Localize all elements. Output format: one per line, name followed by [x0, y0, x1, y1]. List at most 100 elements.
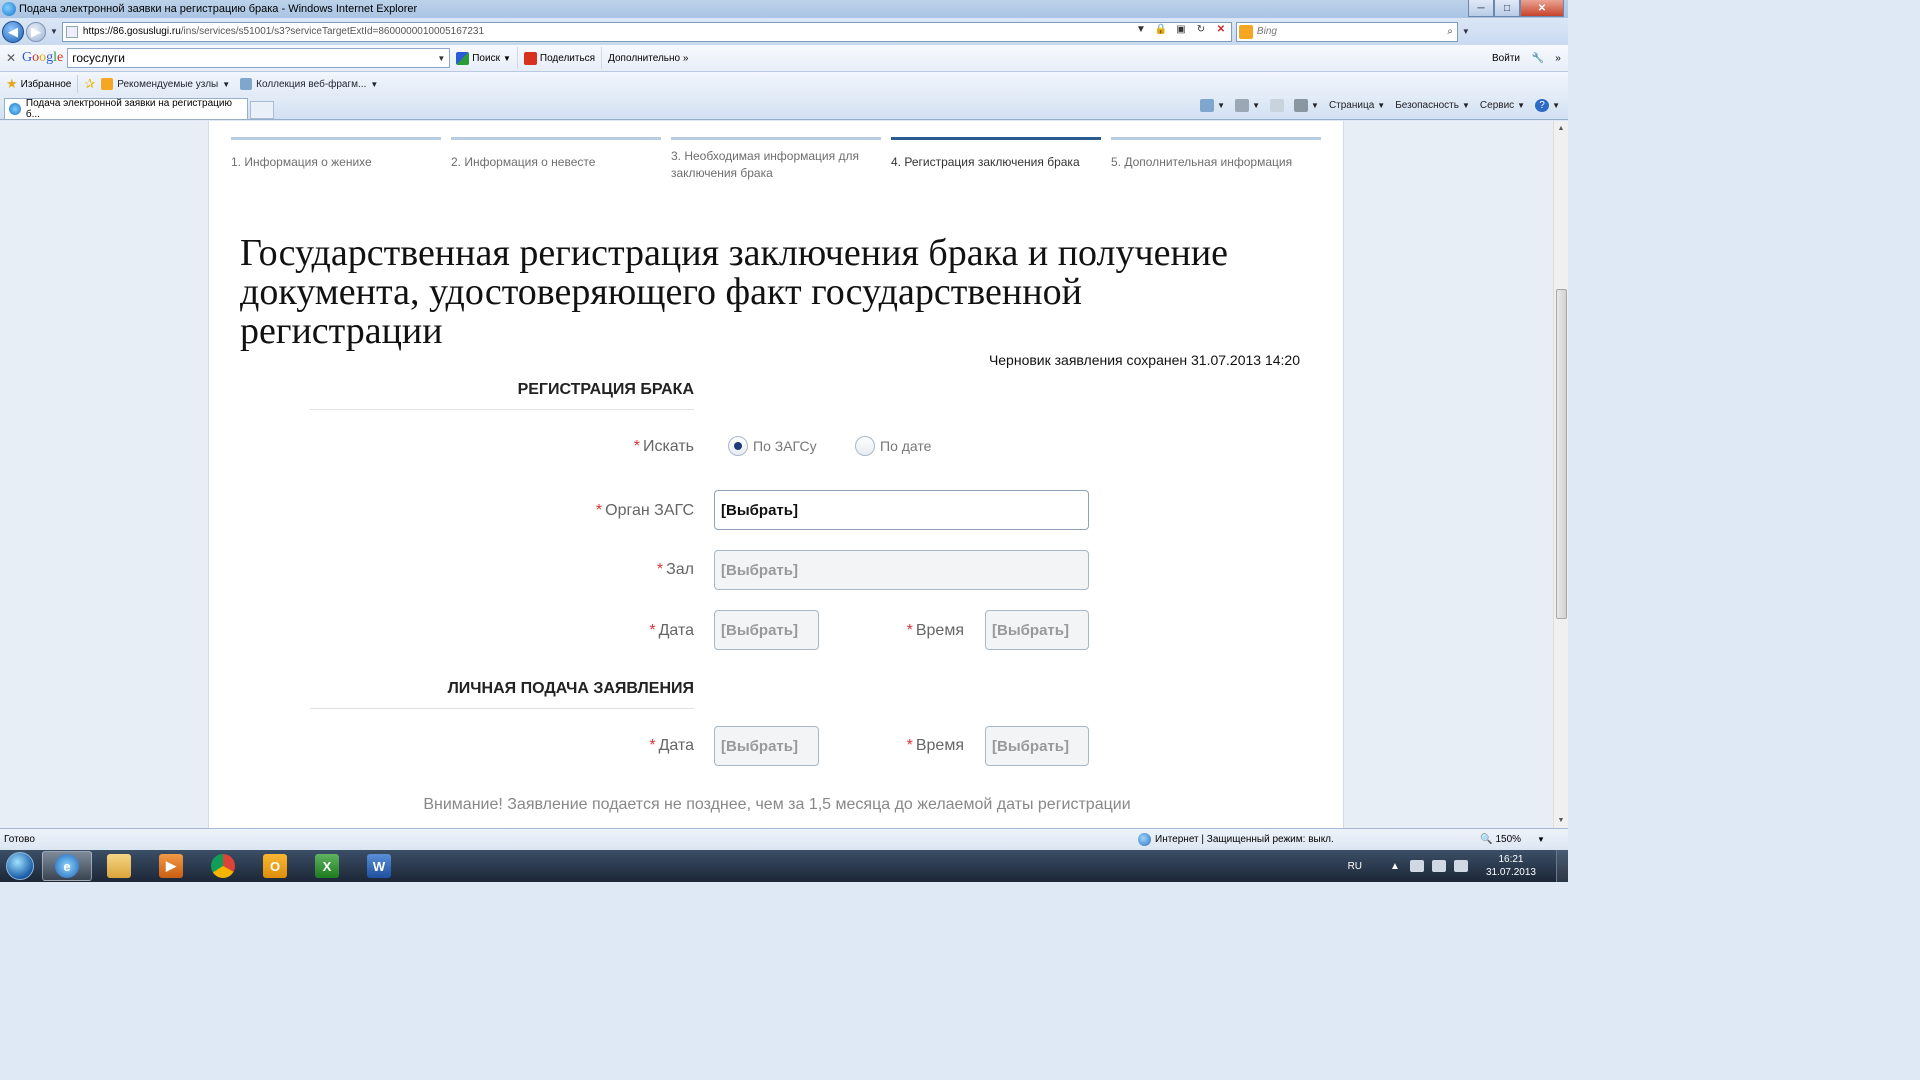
- compatibility-view-icon[interactable]: ▣: [1173, 24, 1189, 40]
- suggested-sites-icon: [101, 78, 114, 90]
- radio-by-zags[interactable]: По ЗАГСу: [728, 436, 817, 456]
- lock-icon[interactable]: 🔒: [1153, 24, 1169, 40]
- scrollbar-thumb[interactable]: [1556, 289, 1567, 619]
- favorites-button[interactable]: Избранное: [21, 79, 72, 90]
- search-icon[interactable]: ⌕: [1447, 26, 1453, 37]
- page-title: Государственная регистрация заключения б…: [240, 232, 1229, 352]
- zags-organ-select[interactable]: [Выбрать]: [714, 490, 1089, 530]
- step-5[interactable]: 5. Дополнительная информация: [1111, 137, 1321, 171]
- share-button[interactable]: Поделиться: [518, 47, 603, 69]
- taskbar: e ▶ O X W RU ▲ 16:21 31.07.2013: [0, 850, 1568, 882]
- mail-button[interactable]: [1270, 99, 1285, 112]
- zoom-control[interactable]: 🔍 150% ▼: [1480, 834, 1545, 845]
- hall-select[interactable]: [Выбрать]: [714, 550, 1089, 590]
- section-title-personal-submission: ЛИЧНАЯ ПОДАЧА ЗАЯВЛЕНИЯ: [310, 680, 694, 709]
- search-by-label-text: Искать: [642, 438, 694, 455]
- favorites-item-web-slice-gallery[interactable]: Коллекция веб-фрагм... ▼: [240, 78, 378, 90]
- search-options-dropdown-icon[interactable]: ▼: [1462, 27, 1470, 36]
- tab-row: Подача электронной заявки на регистрацию…: [0, 96, 1568, 120]
- maximize-button[interactable]: □: [1494, 0, 1520, 17]
- start-button[interactable]: [0, 850, 40, 882]
- wrench-icon[interactable]: 🔧: [1528, 53, 1548, 64]
- window-title: Подача электронной заявки на регистрацию…: [19, 3, 418, 15]
- add-favorite-icon[interactable]: ✰: [84, 76, 95, 92]
- zags-organ-label: * Орган ЗАГС: [394, 502, 694, 520]
- web-slice-icon: [240, 78, 253, 90]
- taskbar-chrome[interactable]: [198, 851, 248, 881]
- google-search-button[interactable]: Поиск ▼: [450, 47, 518, 69]
- minimize-button[interactable]: ─: [1468, 0, 1494, 17]
- radio-by-date[interactable]: По дате: [855, 436, 931, 456]
- scroll-down-icon[interactable]: ▼: [1554, 813, 1568, 828]
- google-search-label: Поиск: [472, 52, 500, 64]
- volume-icon[interactable]: [1453, 860, 1468, 872]
- taskbar-word[interactable]: W: [354, 851, 404, 881]
- taskbar-excel[interactable]: X: [302, 851, 352, 881]
- show-hidden-icons-icon[interactable]: ▲: [1390, 861, 1400, 872]
- favorites-star-icon: ★: [6, 76, 18, 91]
- favorites-item-suggested-sites[interactable]: Рекомендуемые узлы ▼: [101, 78, 230, 90]
- registration-time-select[interactable]: [Выбрать]: [985, 610, 1089, 650]
- share-icon: [523, 51, 537, 65]
- feeds-button[interactable]: ▼: [1235, 99, 1260, 112]
- stop-icon[interactable]: ✕: [1213, 24, 1229, 40]
- show-desktop-button[interactable]: [1556, 850, 1568, 882]
- safety-menu[interactable]: Безопасность ▼: [1395, 100, 1470, 111]
- chevron-down-icon: ▼: [370, 79, 379, 89]
- home-button[interactable]: ▼: [1200, 99, 1225, 112]
- required-mark: *: [649, 737, 656, 754]
- address-bar[interactable]: https://86.gosuslugi.ru/ins/services/s51…: [61, 21, 1232, 42]
- new-tab-button[interactable]: [250, 101, 274, 119]
- page-menu[interactable]: Страница ▼: [1329, 100, 1385, 111]
- chevron-down-icon[interactable]: ▼: [437, 54, 445, 63]
- system-tray: RU ▲ 16:21 31.07.2013: [1348, 850, 1568, 882]
- tools-menu[interactable]: Сервис ▼: [1480, 100, 1525, 111]
- print-button[interactable]: ▼: [1294, 99, 1319, 112]
- network-icon[interactable]: [1431, 860, 1446, 872]
- step-3[interactable]: 3. Необходимая информация для заключения…: [671, 137, 881, 182]
- more-label: Дополнительно »: [608, 52, 689, 64]
- step-2[interactable]: 2. Информация о невесте: [451, 137, 661, 171]
- back-button[interactable]: ◀: [2, 20, 24, 43]
- step-4-active[interactable]: 4. Регистрация заключения брака: [891, 137, 1101, 171]
- registration-time-label-text: Время: [915, 622, 964, 639]
- page-icon: [65, 25, 78, 38]
- login-link[interactable]: Войти: [1492, 53, 1520, 64]
- close-window-button[interactable]: ✕: [1520, 0, 1564, 17]
- vertical-scrollbar[interactable]: ▲ ▼: [1553, 121, 1568, 828]
- address-dropdown-icon[interactable]: ▼: [1133, 24, 1149, 40]
- taskbar-windows-explorer[interactable]: [94, 851, 144, 881]
- tab-current[interactable]: Подача электронной заявки на регистрацию…: [4, 98, 248, 120]
- required-mark: *: [595, 502, 603, 519]
- google-search-input[interactable]: госуслуги ▼: [67, 48, 451, 68]
- bing-search-input[interactable]: Bing ⌕: [1235, 21, 1458, 42]
- refresh-icon[interactable]: ↻: [1193, 24, 1209, 40]
- google-logo[interactable]: Google: [22, 50, 63, 66]
- submission-time-label: * Время: [664, 737, 964, 755]
- favorites-item-label: Рекомендуемые узлы: [117, 78, 219, 90]
- taskbar-internet-explorer[interactable]: e: [42, 851, 92, 881]
- radio-circle[interactable]: [855, 436, 875, 456]
- step-1[interactable]: 1. Информация о женихе: [231, 137, 441, 171]
- radio-circle-selected[interactable]: [728, 436, 748, 456]
- forward-button[interactable]: ▶: [26, 21, 46, 42]
- google-query: госуслуги: [72, 51, 125, 65]
- taskbar-outlook[interactable]: O: [250, 851, 300, 881]
- bing-icon: [1238, 24, 1253, 39]
- mail-icon: [1270, 99, 1285, 112]
- action-center-icon[interactable]: [1409, 860, 1424, 872]
- submission-time-label-text: Время: [915, 737, 964, 754]
- scroll-up-icon[interactable]: ▲: [1554, 121, 1568, 136]
- clock[interactable]: 16:21 31.07.2013: [1486, 853, 1536, 879]
- more-button[interactable]: Дополнительно »: [602, 47, 694, 69]
- step-label: 3. Необходимая информация для заключения…: [671, 149, 859, 180]
- help-button[interactable]: ? ▼: [1535, 99, 1560, 112]
- recent-pages-dropdown-icon[interactable]: ▼: [50, 27, 58, 36]
- chevron-down-icon: ▼: [1217, 101, 1226, 110]
- language-indicator[interactable]: RU: [1348, 861, 1362, 872]
- chevron-right-icon[interactable]: »: [1548, 53, 1568, 64]
- taskbar-media-player[interactable]: ▶: [146, 851, 196, 881]
- security-zone[interactable]: Интернет | Защищенный режим: выкл.: [1138, 833, 1334, 846]
- submission-time-select[interactable]: [Выбрать]: [985, 726, 1089, 766]
- close-toolbar-icon[interactable]: ✕: [0, 51, 22, 65]
